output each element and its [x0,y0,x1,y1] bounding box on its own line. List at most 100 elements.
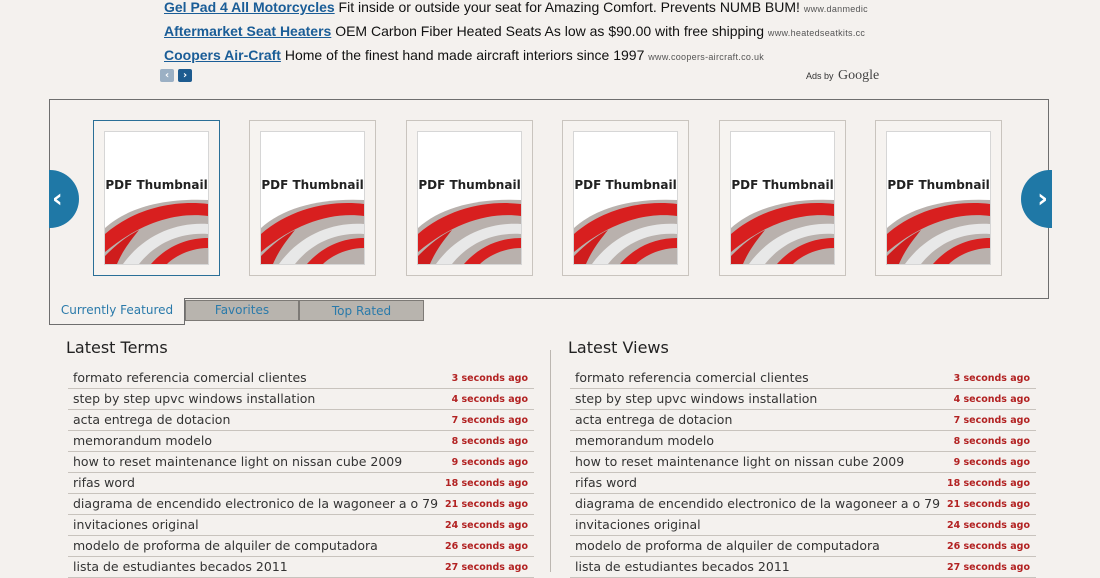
list-item-timestamp: 9 seconds ago [953,457,1030,468]
pdf-swoosh-icon [574,199,677,264]
pdf-thumbnail-card[interactable]: PDF Thumbnail [93,120,220,276]
list-item-link[interactable]: diagrama de encendido electronico de la … [575,494,940,513]
latest-views-panel: Latest Views formato referencia comercia… [568,338,1038,578]
list-item-link[interactable]: rifas word [73,473,135,492]
ad-next-button[interactable]: › [178,69,192,82]
list-item-timestamp: 24 seconds ago [444,520,528,531]
list-item[interactable]: acta entrega de dotacion 7 seconds ago [570,410,1036,431]
list-item-timestamp: 4 seconds ago [451,394,528,405]
list-item-timestamp: 24 seconds ago [946,520,1030,531]
list-item[interactable]: how to reset maintenance light on nissan… [570,452,1036,473]
list-item-timestamp: 26 seconds ago [444,541,528,552]
pdf-swoosh-icon [731,199,834,264]
list-item[interactable]: formato referencia comercial clientes 3 s… [68,368,534,389]
pdf-thumbnail-label: PDF Thumbnail [731,178,834,192]
list-item[interactable]: step by step upvc windows installation 4 … [570,389,1036,410]
tab-currently-featured[interactable]: Currently Featured [49,298,185,325]
list-item-link[interactable]: rifas word [575,473,637,492]
list-item-timestamp: 21 seconds ago [444,499,528,510]
list-item-link[interactable]: modelo de proforma de alquiler de comput… [73,536,378,555]
ad-text: Fit inside or outside your seat for Amaz… [338,0,800,15]
latest-terms-title: Latest Terms [66,338,168,357]
list-item-timestamp: 3 seconds ago [451,373,528,384]
tab-top-rated[interactable]: Top Rated [299,300,424,321]
ads-by-google[interactable]: Ads by Google [806,66,879,84]
list-item[interactable]: memorandum modelo 8 seconds ago [570,431,1036,452]
list-item[interactable]: invitaciones original 24 seconds ago [570,515,1036,536]
list-item[interactable]: modelo de proforma de alquiler de comput… [570,536,1036,557]
list-item[interactable]: memorandum modelo 8 seconds ago [68,431,534,452]
list-item-link[interactable]: invitaciones original [73,515,199,534]
list-item-link[interactable]: how to reset maintenance light on nissan… [575,452,904,471]
pdf-thumbnail-label: PDF Thumbnail [261,178,364,192]
list-item[interactable]: modelo de proforma de alquiler de comput… [68,536,534,557]
pdf-thumbnail-image: PDF Thumbnail [417,131,522,265]
list-item[interactable]: lista de estudiantes becados 2011 27 seco… [68,557,534,578]
tab-favorites[interactable]: Favorites [185,300,299,321]
ad-url[interactable]: www.heatedseatkits.cc [768,28,865,38]
ad-item[interactable]: Aftermarket Seat Heaters OEM Carbon Fibe… [164,20,880,42]
list-item-link[interactable]: formato referencia comercial clientes [575,368,809,387]
pdf-thumbnail-card[interactable]: PDF Thumbnail [249,120,376,276]
list-item[interactable]: invitaciones original 24 seconds ago [68,515,534,536]
pdf-swoosh-icon [418,199,521,264]
ad-item[interactable]: Gel Pad 4 All Motorcycles Fit inside or … [164,0,880,18]
pdf-thumbnail-image: PDF Thumbnail [886,131,991,265]
list-item[interactable]: how to reset maintenance light on nissan… [68,452,534,473]
ad-title-link[interactable]: Gel Pad 4 All Motorcycles [164,0,335,15]
list-item[interactable]: step by step upvc windows installation 4 … [68,389,534,410]
chevron-left-icon: ‹ [52,184,63,214]
ad-text: Home of the finest hand made aircraft in… [284,47,645,63]
pdf-swoosh-icon [105,199,208,264]
list-item-timestamp: 8 seconds ago [451,436,528,447]
list-item-link[interactable]: diagrama de encendido electronico de la … [73,494,438,513]
list-item-timestamp: 7 seconds ago [953,415,1030,426]
list-item-timestamp: 27 seconds ago [444,562,528,573]
list-item[interactable]: diagrama de encendido electronico de la … [68,494,534,515]
ad-text: OEM Carbon Fiber Heated Seats As low as … [335,23,764,39]
ad-title-link[interactable]: Aftermarket Seat Heaters [164,23,331,39]
list-item-timestamp: 18 seconds ago [444,478,528,489]
list-item-timestamp: 7 seconds ago [451,415,528,426]
list-item-link[interactable]: modelo de proforma de alquiler de comput… [575,536,880,555]
list-item-link[interactable]: lista de estudiantes becados 2011 [73,557,288,576]
list-item-link[interactable]: acta entrega de dotacion [575,410,732,429]
pdf-thumbnail-card[interactable]: PDF Thumbnail [875,120,1002,276]
list-item-timestamp: 27 seconds ago [946,562,1030,573]
list-item[interactable]: diagrama de encendido electronico de la … [570,494,1036,515]
pdf-thumbnail-image: PDF Thumbnail [573,131,678,265]
pdf-thumbnail-card[interactable]: PDF Thumbnail [406,120,533,276]
list-item-link[interactable]: formato referencia comercial clientes [73,368,307,387]
column-divider [550,350,551,572]
list-item-link[interactable]: acta entrega de dotacion [73,410,230,429]
pdf-swoosh-icon [887,199,990,264]
list-item-link[interactable]: memorandum modelo [575,431,714,450]
list-item[interactable]: rifas word 18 seconds ago [570,473,1036,494]
ad-url[interactable]: www.coopers-aircraft.co.uk [648,52,764,62]
list-item[interactable]: acta entrega de dotacion 7 seconds ago [68,410,534,431]
list-item-link[interactable]: how to reset maintenance light on nissan… [73,452,402,471]
list-item-timestamp: 8 seconds ago [953,436,1030,447]
list-item[interactable]: formato referencia comercial clientes 3 s… [570,368,1036,389]
ad-prev-button[interactable]: ‹ [160,69,174,82]
pdf-thumbnail-image: PDF Thumbnail [260,131,365,265]
pdf-thumbnail-card[interactable]: PDF Thumbnail [719,120,846,276]
list-item[interactable]: rifas word 18 seconds ago [68,473,534,494]
pdf-thumbnail-label: PDF Thumbnail [887,178,990,192]
list-item-link[interactable]: lista de estudiantes becados 2011 [575,557,790,576]
list-item[interactable]: lista de estudiantes becados 2011 27 seco… [570,557,1036,578]
list-item-timestamp: 26 seconds ago [946,541,1030,552]
ad-title-link[interactable]: Coopers Air-Craft [164,47,281,63]
ad-item[interactable]: Coopers Air-Craft Home of the finest han… [164,44,880,66]
list-item-link[interactable]: step by step upvc windows installation [575,389,817,408]
list-item-link[interactable]: step by step upvc windows installation [73,389,315,408]
latest-terms-panel: Latest Terms formato referencia comercia… [66,338,536,578]
pdf-thumbnail-label: PDF Thumbnail [105,178,208,192]
latest-views-title: Latest Views [568,338,669,357]
pdf-thumbnail-image: PDF Thumbnail [730,131,835,265]
list-item-link[interactable]: invitaciones original [575,515,701,534]
pdf-thumbnail-card[interactable]: PDF Thumbnail [562,120,689,276]
pdf-swoosh-icon [261,199,364,264]
list-item-link[interactable]: memorandum modelo [73,431,212,450]
ad-url[interactable]: www.danmedic [804,4,868,14]
